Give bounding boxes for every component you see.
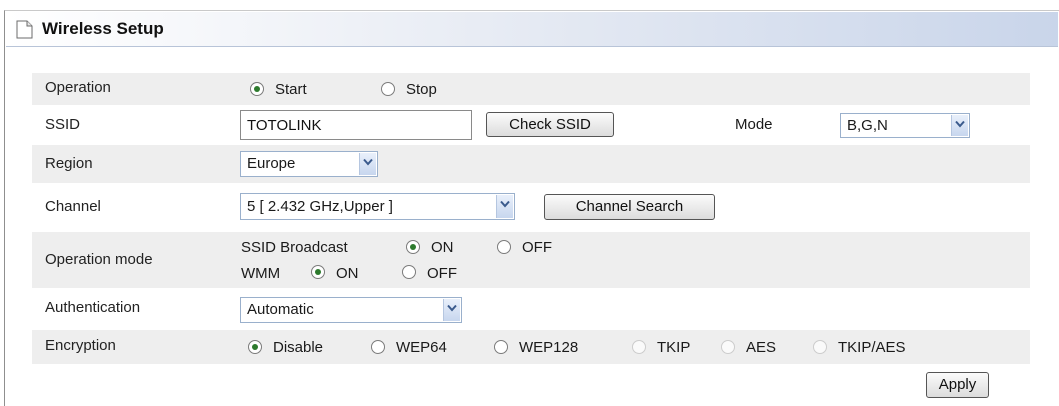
mode-label: Mode <box>735 116 773 133</box>
ssid-broadcast-on-label: ON <box>431 239 454 256</box>
channel-row: Channel 5 [ 2.432 GHz,Upper ] Channel Se… <box>32 186 1030 230</box>
wmm-on-radio[interactable] <box>311 265 325 279</box>
channel-select[interactable]: 5 [ 2.432 GHz,Upper ] <box>240 193 515 220</box>
channel-value: 5 [ 2.432 GHz,Upper ] <box>247 198 393 215</box>
region-row: Region Europe <box>32 145 1030 183</box>
operation-mode-row: Operation mode SSID Broadcast ON OFF WMM… <box>32 232 1030 288</box>
wmm-on-label: ON <box>336 265 359 282</box>
operation-stop-radio[interactable] <box>381 82 395 96</box>
encryption-tkip-label: TKIP <box>657 339 691 356</box>
encryption-row: Encryption Disable WEP64 WEP128 TKIP AES… <box>32 330 1030 364</box>
ssid-broadcast-on-radio[interactable] <box>406 240 420 254</box>
encryption-aes-radio[interactable] <box>721 340 735 354</box>
encryption-label: Encryption <box>45 337 116 354</box>
operation-row: Operation Start Stop <box>32 73 1030 105</box>
mode-value: B,G,N <box>847 117 888 134</box>
channel-label: Channel <box>45 198 101 215</box>
chevron-down-icon[interactable] <box>443 299 460 321</box>
ssid-label: SSID <box>45 116 81 133</box>
ssid-broadcast-off-radio[interactable] <box>497 240 511 254</box>
operation-start-label: Start <box>275 81 307 98</box>
apply-button[interactable]: Apply <box>926 372 989 398</box>
encryption-tkip-radio[interactable] <box>632 340 646 354</box>
chevron-down-icon[interactable] <box>951 115 968 136</box>
wmm-label: WMM <box>241 265 281 282</box>
authentication-label: Authentication <box>45 299 141 316</box>
region-label: Region <box>45 155 93 172</box>
operation-start-radio[interactable] <box>250 82 264 96</box>
encryption-tkip-aes-radio[interactable] <box>813 340 827 354</box>
encryption-disable-radio[interactable] <box>248 340 262 354</box>
encryption-wep128-label: WEP128 <box>519 339 579 356</box>
wmm-off-label: OFF <box>427 265 457 282</box>
region-select[interactable]: Europe <box>240 151 378 177</box>
authentication-row: Authentication Automatic <box>32 291 1030 327</box>
page-title: Wireless Setup <box>42 19 164 38</box>
encryption-aes-label: AES <box>746 339 777 356</box>
authentication-select[interactable]: Automatic <box>240 297 462 323</box>
title-bar: Wireless Setup <box>6 12 1058 47</box>
document-icon <box>16 20 33 39</box>
ssid-broadcast-off-label: OFF <box>522 239 552 256</box>
encryption-wep64-radio[interactable] <box>371 340 385 354</box>
mode-select[interactable]: B,G,N <box>840 113 970 138</box>
encryption-disable-label: Disable <box>273 339 324 356</box>
chevron-down-icon[interactable] <box>359 153 376 175</box>
ssid-row: SSID Check SSID Mode B,G,N <box>32 107 1030 143</box>
authentication-value: Automatic <box>247 301 314 318</box>
operation-label: Operation <box>45 79 111 96</box>
check-ssid-button[interactable]: Check SSID <box>486 112 614 137</box>
encryption-wep128-radio[interactable] <box>494 340 508 354</box>
chevron-down-icon[interactable] <box>496 195 513 218</box>
ssid-broadcast-label: SSID Broadcast <box>241 239 348 256</box>
operation-stop-label: Stop <box>406 81 437 98</box>
encryption-tkip-aes-label: TKIP/AES <box>838 339 906 356</box>
channel-search-button[interactable]: Channel Search <box>544 194 715 220</box>
region-value: Europe <box>247 155 296 172</box>
operation-mode-label: Operation mode <box>45 251 153 268</box>
wmm-off-radio[interactable] <box>402 265 416 279</box>
encryption-wep64-label: WEP64 <box>396 339 447 356</box>
ssid-input[interactable] <box>240 110 472 140</box>
